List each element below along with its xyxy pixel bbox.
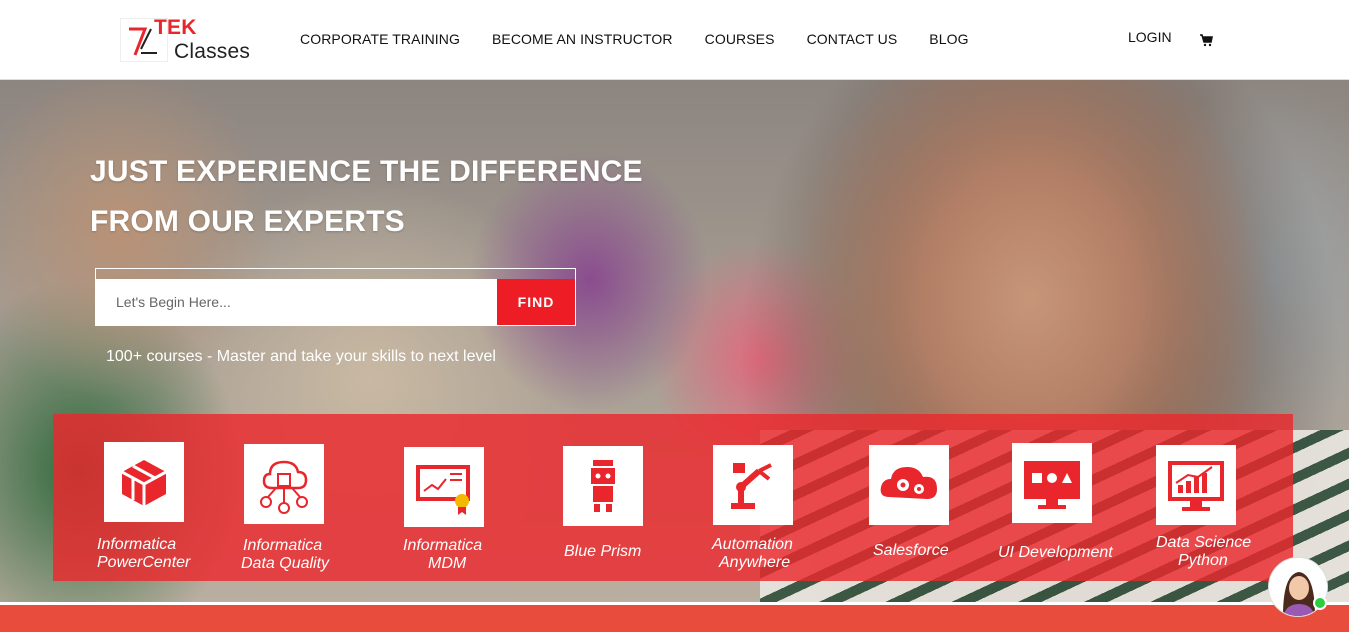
cart-icon[interactable] xyxy=(1199,33,1213,47)
course-label-line1: Informatica xyxy=(97,536,177,553)
find-button[interactable]: FIND xyxy=(497,279,575,325)
online-status-icon xyxy=(1313,596,1327,610)
course-label-line2: MDM xyxy=(428,555,467,572)
site-logo[interactable]: TEK Classes xyxy=(120,16,270,63)
cloud-network-icon xyxy=(244,444,324,524)
hero-banner: JUST EXPERIENCE THE DIFFERENCE FROM OUR … xyxy=(0,80,1349,602)
course-label-line1: Automation xyxy=(712,536,793,553)
certificate-chart-icon xyxy=(404,447,484,527)
course-label-line2: Python xyxy=(1178,552,1228,569)
course-band: Informatica PowerCenter Informatica Data… xyxy=(53,414,1293,581)
hero-subtitle: 100+ courses - Master and take your skil… xyxy=(106,348,496,365)
course-label-line1: Informatica xyxy=(243,537,323,554)
course-label-line2: Anywhere xyxy=(719,554,791,571)
course-label-line2: PowerCenter xyxy=(97,554,191,571)
robotic-arm-icon xyxy=(713,445,793,525)
nav-corporate-training[interactable]: CORPORATE TRAINING xyxy=(300,31,460,47)
nav-courses[interactable]: COURSES xyxy=(705,31,775,47)
course-label-line2: Data Quality xyxy=(241,555,330,572)
nav-contact-us[interactable]: CONTACT US xyxy=(807,31,898,47)
logo-text: TEK Classes xyxy=(154,16,251,63)
course-label-line1: Informatica xyxy=(403,537,483,554)
hero-title-line2: FROM OUR EXPERTS xyxy=(90,205,405,238)
nav-blog[interactable]: BLOG xyxy=(929,31,968,47)
monitor-chart-icon xyxy=(1156,445,1236,525)
site-header: TEK Classes CORPORATE TRAINING BECOME AN… xyxy=(0,0,1349,80)
logo-mark-icon xyxy=(120,18,168,62)
course-label-line1: UI Development xyxy=(998,544,1113,561)
course-label-line1: Blue Prism xyxy=(564,543,642,560)
bottom-bar xyxy=(0,602,1349,632)
search-input[interactable] xyxy=(96,279,497,325)
cube-stack-icon xyxy=(104,442,184,522)
login-link[interactable]: LOGIN xyxy=(1128,29,1172,45)
course-search: FIND xyxy=(95,268,576,326)
course-label-line1: Data Science xyxy=(1156,534,1252,551)
cloud-gears-icon xyxy=(869,445,949,525)
robot-icon xyxy=(563,446,643,526)
nav-become-instructor[interactable]: BECOME AN INSTRUCTOR xyxy=(492,31,673,47)
main-nav: CORPORATE TRAINING BECOME AN INSTRUCTOR … xyxy=(300,31,1001,47)
monitor-shapes-icon xyxy=(1012,443,1092,523)
hero-title-line1: JUST EXPERIENCE THE DIFFERENCE xyxy=(90,155,643,188)
course-label-line1: Salesforce xyxy=(873,542,949,559)
